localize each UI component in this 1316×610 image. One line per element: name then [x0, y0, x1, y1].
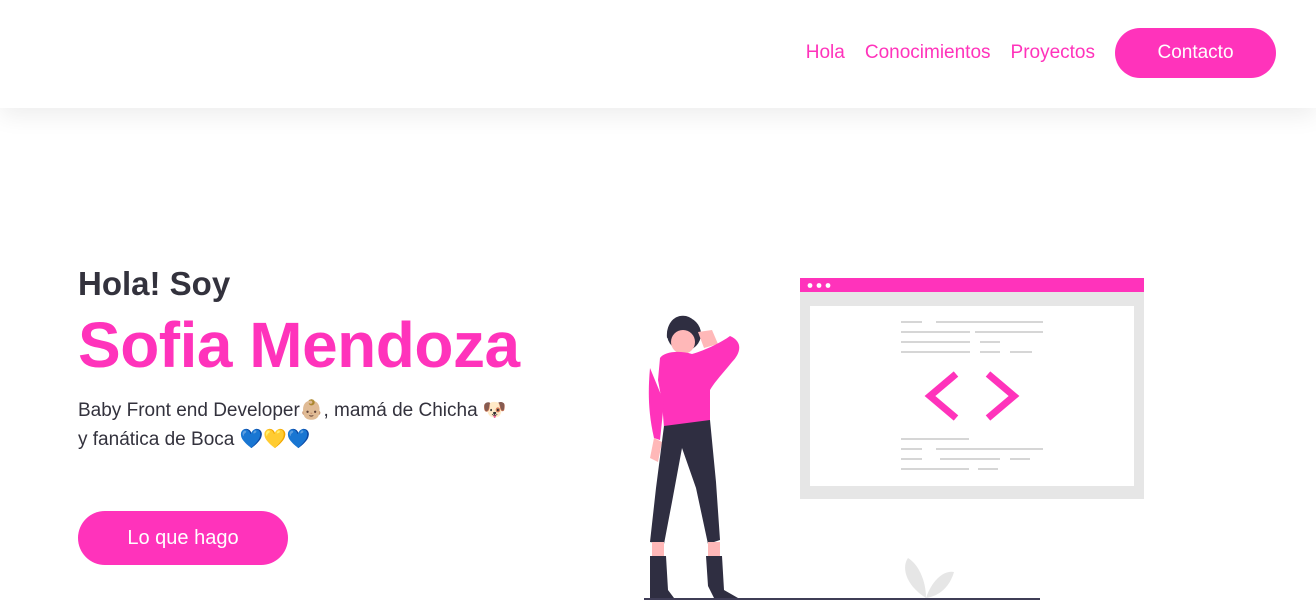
- hero-description-line-1: Baby Front end Developer👶🏼, mamá de Chic…: [78, 400, 507, 421]
- nav-link-proyectos[interactable]: Proyectos: [1011, 42, 1095, 64]
- woman-figure: [648, 315, 740, 598]
- navbar: Hola Conocimientos Proyectos Contacto: [0, 0, 1316, 108]
- browser-dots-icon: [807, 283, 831, 288]
- hero-section: Hola! Soy Sofia Mendoza Baby Front end D…: [78, 262, 598, 454]
- nav-links: Hola Conocimientos Proyectos Contacto: [786, 28, 1276, 78]
- nav-link-conocimientos[interactable]: Conocimientos: [865, 42, 991, 64]
- what-i-do-button[interactable]: Lo que hago: [78, 511, 288, 565]
- browser-window-graphic: [800, 278, 1144, 499]
- nav-link-hola[interactable]: Hola: [806, 42, 845, 64]
- contact-button[interactable]: Contacto: [1115, 28, 1276, 78]
- leaf-icon: [905, 558, 954, 598]
- hero-description-line-2: y fanática de Boca 💙💛💙: [78, 429, 311, 450]
- developer-illustration: [644, 278, 1144, 600]
- hero-description: Baby Front end Developer👶🏼, mamá de Chic…: [78, 396, 598, 454]
- hero-name: Sofia Mendoza: [78, 309, 520, 381]
- hero-greeting: Hola! Soy: [78, 265, 231, 302]
